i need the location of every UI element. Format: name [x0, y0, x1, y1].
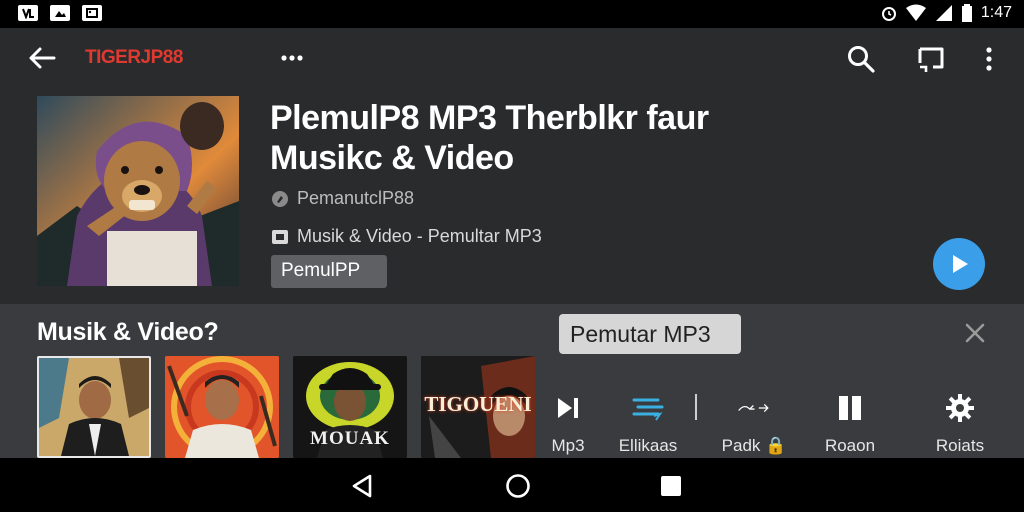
- thumbnail-2[interactable]: [165, 356, 279, 458]
- track-title-line2: Musikc & Video: [270, 139, 514, 177]
- action-shuffle-label: Padk 🔒: [722, 436, 787, 456]
- image-icon: [50, 5, 70, 21]
- close-icon[interactable]: [962, 320, 988, 346]
- panel-chip[interactable]: Pemutar MP3: [559, 314, 741, 354]
- action-settings-label: Roiats: [935, 436, 985, 455]
- lock-icon: 🔒: [765, 436, 787, 455]
- thumbnail-1[interactable]: [37, 356, 151, 458]
- action-pause-label: Roaon: [824, 436, 876, 455]
- cast-icon[interactable]: [916, 44, 946, 74]
- wifi-icon: [905, 4, 926, 21]
- action-pause[interactable]: Roaon: [810, 392, 890, 456]
- more-horizontal-icon[interactable]: [278, 46, 306, 70]
- player-actions: Mp3 Ellikaas Padk 🔒 Roaon Roiats: [540, 392, 1024, 458]
- album-icon: [272, 229, 288, 244]
- action-mp3-label: Mp3: [551, 436, 585, 455]
- thumbnail-3[interactable]: MOUAK: [293, 356, 407, 458]
- nav-home-icon[interactable]: [505, 473, 531, 499]
- artist-icon: [272, 190, 288, 207]
- alarm-icon: [881, 7, 896, 21]
- thumbnail-row: MOUAK TIGOUENI: [37, 356, 535, 458]
- settings-icon: [946, 394, 974, 422]
- panel-title: Musik & Video?: [37, 318, 219, 346]
- nav-recents-icon[interactable]: [660, 475, 682, 497]
- system-nav-bar: [0, 458, 1024, 512]
- thumbnail-4[interactable]: TIGOUENI: [421, 356, 535, 458]
- pause-icon: [839, 396, 861, 420]
- action-queue-label: Ellikaas: [618, 436, 678, 455]
- artist-name: PemanutclP88: [297, 188, 415, 208]
- app-title: TIGERJP88: [85, 47, 183, 68]
- action-settings[interactable]: Roiats: [920, 392, 1000, 456]
- album-row[interactable]: Musik & Video - Pemultar MP3: [271, 226, 542, 247]
- search-icon[interactable]: [846, 44, 876, 74]
- battery-icon: [961, 4, 972, 22]
- status-time: 1:47: [980, 4, 1012, 21]
- vlc-icon: [18, 5, 38, 21]
- back-arrow-icon[interactable]: [26, 44, 58, 72]
- track-title: PlemulP8 MP3 Therblkr faur Musikc & Vide…: [270, 98, 830, 178]
- track-title-line1: PlemulP8 MP3 Therblkr faur: [270, 99, 709, 137]
- artist-row[interactable]: PemanutclP88: [271, 188, 414, 209]
- divider: [695, 394, 697, 420]
- action-shuffle[interactable]: Padk 🔒: [714, 392, 794, 456]
- tag-chip[interactable]: PemulPP: [271, 255, 387, 288]
- skip-play-icon: [558, 398, 578, 418]
- play-button[interactable]: [933, 238, 985, 290]
- play-icon: [953, 255, 968, 273]
- top-app-bar: TIGERJP88: [0, 28, 1024, 88]
- more-vertical-icon[interactable]: [978, 44, 1000, 74]
- action-shuffle-text: Padk: [721, 436, 761, 455]
- signal-icon: [935, 5, 952, 21]
- album-cover-art[interactable]: [37, 96, 239, 286]
- action-queue[interactable]: Ellikaas: [608, 392, 688, 456]
- nav-back-icon[interactable]: [350, 473, 374, 499]
- action-mp3[interactable]: Mp3: [528, 392, 608, 456]
- gallery-icon: [82, 5, 102, 21]
- status-bar: 1:47: [0, 0, 1024, 28]
- thumbnail-4-caption: TIGOUENI: [424, 392, 532, 416]
- header-area: TIGERJP88 PlemulP8 MP3 Therblkr faur Mus…: [0, 28, 1024, 304]
- recommendation-panel: Musik & Video? Pemutar MP3 MOUAK TIGOUEN…: [0, 304, 1024, 458]
- queue-icon: [632, 398, 664, 421]
- shuffle-icon: [738, 404, 769, 412]
- album-name: Musik & Video - Pemultar MP3: [297, 226, 542, 246]
- thumbnail-3-caption: MOUAK: [310, 428, 390, 449]
